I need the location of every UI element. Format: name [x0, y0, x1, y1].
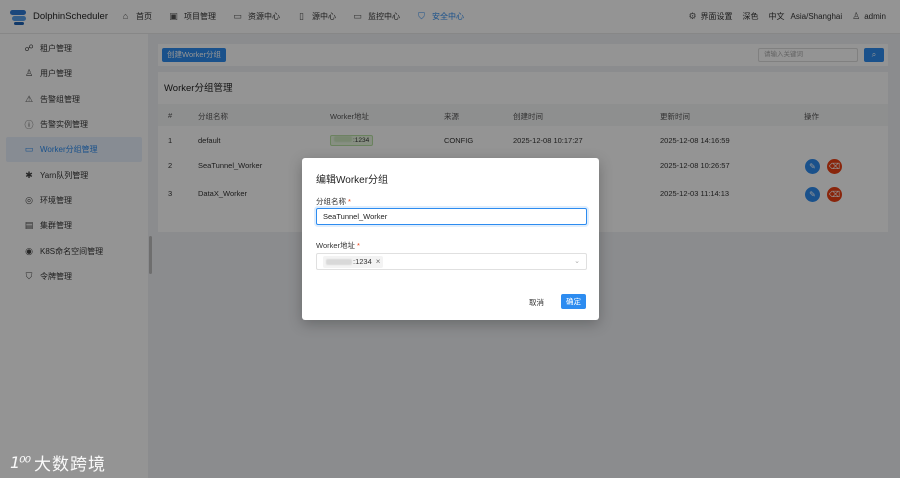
- modal-title: 编辑Worker分组: [316, 175, 389, 186]
- worker-address-label: Worker地址 *: [316, 241, 360, 250]
- group-name-input[interactable]: SeaTunnel_Worker: [316, 208, 587, 225]
- watermark: 1⁰⁰ 大数跨境: [10, 450, 106, 475]
- chevron-down-icon[interactable]: ⌄: [574, 257, 580, 265]
- required-mark: *: [357, 241, 360, 250]
- watermark-text: 大数跨境: [34, 455, 107, 474]
- cancel-button[interactable]: 取消: [529, 296, 544, 310]
- watermark-logo: 1⁰⁰: [10, 453, 31, 472]
- redacted-ip: [326, 259, 352, 265]
- edit-worker-group-modal: 编辑Worker分组 分组名称 * SeaTunnel_Worker Worker…: [302, 158, 599, 320]
- close-icon[interactable]: ×: [376, 256, 381, 268]
- address-tag: :1234 ×: [323, 256, 384, 268]
- group-name-label: 分组名称 *: [316, 197, 351, 206]
- worker-address-select[interactable]: :1234 × ⌄: [316, 253, 587, 270]
- ok-button[interactable]: 确定: [561, 294, 586, 309]
- required-mark: *: [348, 197, 351, 206]
